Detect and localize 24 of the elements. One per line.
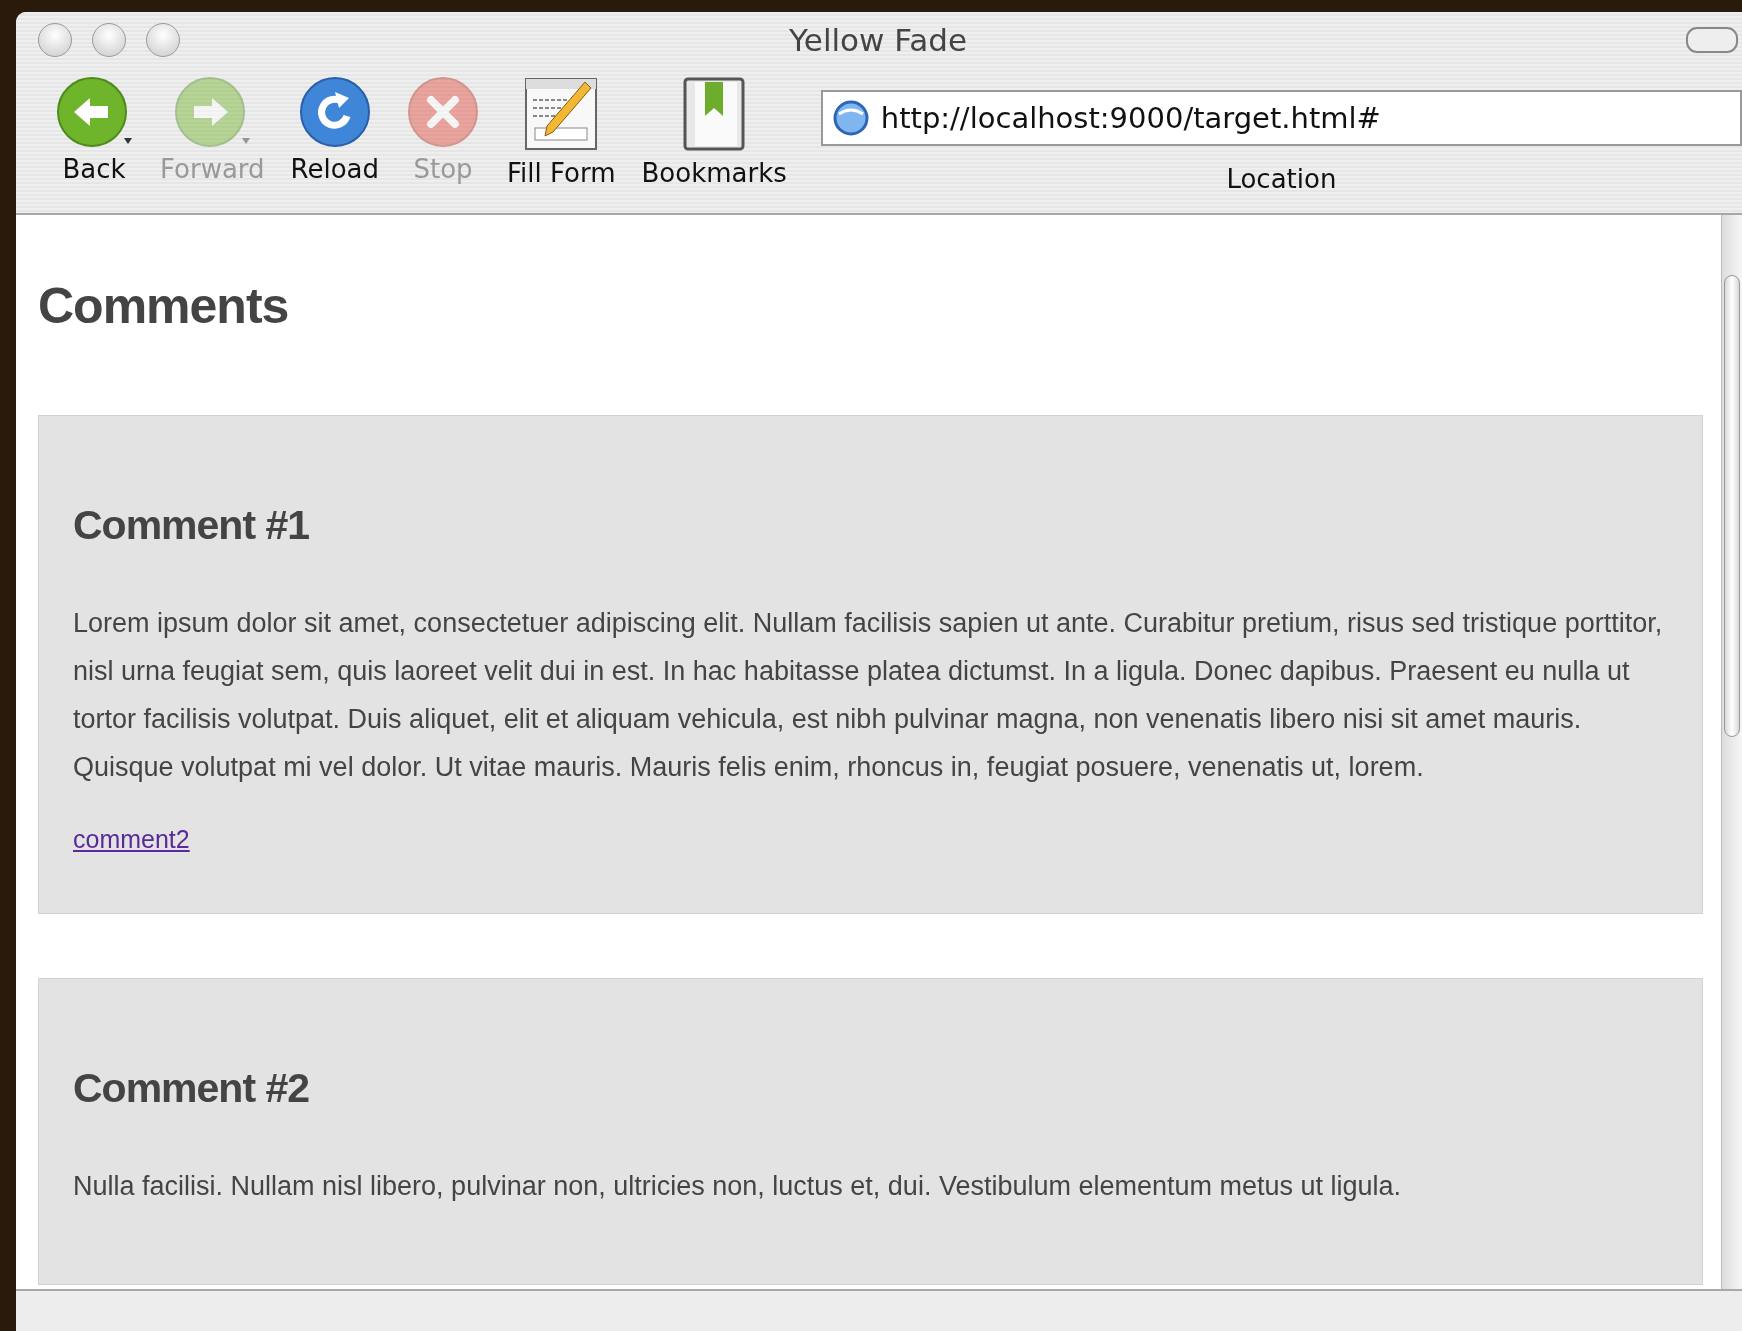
window-title: Yellow Fade: [788, 22, 968, 58]
toolbar-button[interactable]: Fill Form: [497, 68, 626, 188]
comment-link[interactable]: comment2: [73, 825, 190, 853]
close-button[interactable]: [38, 23, 72, 57]
comment-title: Comment #2: [73, 1065, 311, 1112]
left-arrow-icon: [54, 76, 134, 148]
page-heading: Comments: [38, 277, 290, 335]
toolbar-button[interactable]: Bookmarks: [631, 68, 797, 188]
address-field[interactable]: http://localhost:9000/target.html#: [820, 90, 1742, 146]
right-arrow-icon: [172, 76, 253, 148]
comment-title: Comment #1: [73, 502, 311, 549]
scrollbar[interactable]: [1721, 215, 1742, 1289]
toolbar-button[interactable]: Back: [44, 68, 144, 184]
comment-text: Lorem ipsum dolor sit amet, consectetuer adipiscing elit. Nullam facilisis sapien ut ante. Curabitur pretium, risus sed tristique porttitor, nisl urna feugiat sem, quis laoreet velit dui in est. In hac habitasse platea dictumst. In a ligula. Donec dapibus. Praesent eu nulla ut tortor facilisis volutpat. Duis aliquet, elit et aliquam vehicula, est nibh pulvinar magna, non venenatis libero nisi sit amet mauris. Quisque volutpat mi vel dolor. Ut vitae mauris. Mauris felis enim, rhoncus in, feugiat posuere, venenatis ut, lorem.: [73, 607, 1664, 784]
globe-icon: [832, 100, 869, 136]
toolbar-toggle-button[interactable]: [1686, 27, 1738, 53]
zoom-button[interactable]: [146, 23, 180, 57]
comment-text: Nulla facilisi. Nullam nisl libero, pulvinar non, ultricies non, luctus et, dui. Vestibulum elementum metus ut ligula.: [73, 1170, 1403, 1203]
toolbar-button[interactable]: Reload: [280, 68, 390, 184]
location-label: Location: [1226, 164, 1337, 194]
minimize-button[interactable]: [92, 23, 126, 57]
form-pencil-icon: [523, 76, 600, 152]
bookmark-book-icon: [681, 76, 748, 152]
scroll-thumb[interactable]: [1724, 275, 1740, 737]
